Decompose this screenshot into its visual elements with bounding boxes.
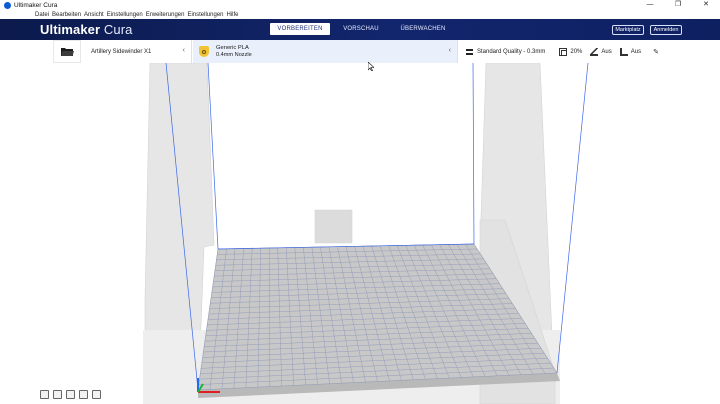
- cura-window: Ultimaker Cura — ❐ ✕ Datei Bearbeiten An…: [0, 0, 720, 404]
- menu-datei[interactable]: Datei: [35, 12, 49, 18]
- quality-setting: Standard Quality - 0.3mm: [459, 48, 546, 55]
- menu-einstellungen-2[interactable]: Einstellungen: [187, 12, 223, 18]
- chevron-left-icon: ‹: [182, 47, 185, 54]
- chevron-left-icon: ‹: [448, 47, 451, 54]
- window-titlebar: Ultimaker Cura — ❐ ✕: [0, 0, 720, 10]
- pencil-icon: ✎: [653, 48, 659, 56]
- menu-bearbeiten[interactable]: Bearbeiten: [52, 12, 81, 18]
- window-controls: — ❐ ✕: [636, 0, 720, 10]
- build-volume-scene: [143, 63, 589, 404]
- view-right-icon[interactable]: [92, 390, 101, 399]
- app-header: Ultimaker Cura VORBEREITEN VORSCHAU ÜBER…: [0, 19, 720, 40]
- printer-selector[interactable]: Artillery Sidewinder X1 ‹: [84, 40, 192, 63]
- support-setting: Aus: [590, 47, 612, 56]
- tab-prepare[interactable]: VORBEREITEN: [270, 23, 330, 35]
- menu-hilfe[interactable]: Hilfe: [227, 12, 239, 18]
- stage-tabs: VORBEREITEN VORSCHAU ÜBERWACHEN: [270, 23, 454, 35]
- open-file-button[interactable]: [53, 40, 81, 63]
- printer-name: Artillery Sidewinder X1: [91, 48, 152, 55]
- quality-label: Standard Quality - 0.3mm: [477, 48, 546, 55]
- menu-bar: Datei Bearbeiten Ansicht Einstellungen E…: [0, 10, 720, 19]
- cursor-icon: [368, 62, 374, 71]
- support-value: Aus: [601, 48, 612, 55]
- view-orientation-controls: [40, 390, 105, 399]
- adhesion-value: Aus: [630, 48, 642, 55]
- infill-icon: [559, 47, 568, 56]
- material-selector[interactable]: Generic PLA 0.4mm Nozzle ‹: [193, 40, 458, 63]
- build-plate-viewport[interactable]: [35, 63, 685, 404]
- support-icon: [590, 47, 599, 56]
- signin-button[interactable]: Anmelden: [650, 25, 682, 35]
- view-left-icon[interactable]: [79, 390, 88, 399]
- close-button[interactable]: ✕: [692, 0, 720, 10]
- material-info: Generic PLA 0.4mm Nozzle: [216, 45, 252, 59]
- tab-preview[interactable]: VORSCHAU: [330, 23, 392, 35]
- maximize-button[interactable]: ❐: [664, 0, 692, 10]
- view-3d-icon[interactable]: [40, 390, 49, 399]
- tab-monitor[interactable]: ÜBERWACHEN: [392, 23, 454, 35]
- infill-value: 20%: [570, 48, 583, 55]
- cura-logo-icon: [4, 1, 11, 9]
- marketplace-button[interactable]: Marktplatz: [612, 25, 644, 35]
- view-front-icon[interactable]: [53, 390, 62, 399]
- print-settings-selector[interactable]: Standard Quality - 0.3mm 20% Aus Aus ✎: [459, 40, 667, 63]
- menu-ansicht[interactable]: Ansicht: [84, 12, 104, 18]
- window-title: Ultimaker Cura: [14, 1, 58, 9]
- logo-light: Cura: [103, 22, 133, 37]
- nozzle-size: 0.4mm Nozzle: [216, 51, 252, 58]
- view-top-icon[interactable]: [66, 390, 75, 399]
- app-logo: Ultimaker Cura: [40, 22, 132, 37]
- infill-setting: 20%: [559, 47, 583, 56]
- adhesion-setting: Aus: [619, 47, 642, 56]
- quality-icon: [466, 48, 473, 55]
- menu-erweiterungen[interactable]: Erweiterungen: [146, 12, 185, 18]
- logo-bold: Ultimaker: [40, 22, 101, 37]
- folder-open-icon: [60, 47, 74, 56]
- menu-einstellungen[interactable]: Einstellungen: [107, 12, 143, 18]
- minimize-button[interactable]: —: [636, 0, 664, 10]
- adhesion-icon: [619, 47, 628, 56]
- material-name: Generic PLA: [216, 44, 249, 51]
- material-icon: [199, 46, 209, 57]
